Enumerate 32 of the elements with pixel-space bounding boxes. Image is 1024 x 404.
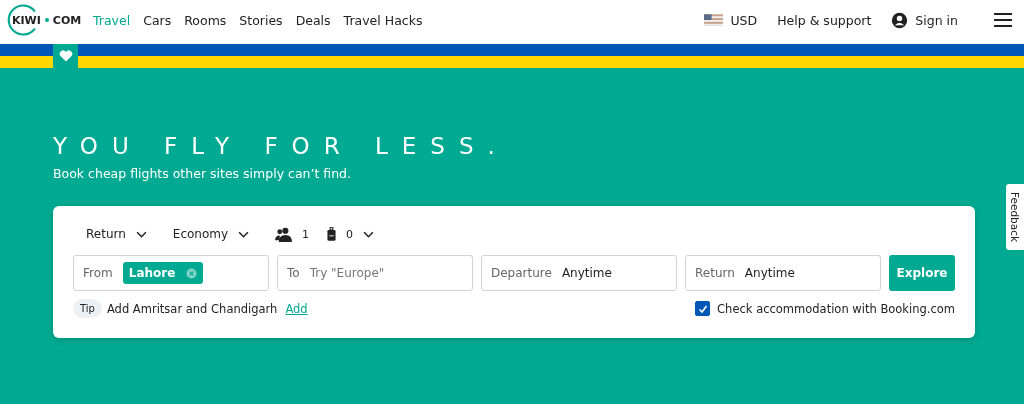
- chevron-icon: [135, 230, 147, 238]
- tip-badge: Tip: [73, 299, 102, 318]
- logo[interactable]: KIWI COM: [6, 3, 80, 37]
- user-icon: [891, 11, 909, 29]
- hero-subtitle: Book cheap flights other sites simply can’t find.: [53, 166, 352, 181]
- sign-in-button[interactable]: Sign in: [891, 11, 958, 29]
- passengers-button[interactable]: 1 0: [275, 226, 375, 242]
- menu-icon[interactable]: [994, 13, 1012, 27]
- checkbox-label: Check accommodation with Booking.com: [717, 301, 955, 316]
- nav-link[interactable]: Rooms: [184, 12, 227, 28]
- currency-button[interactable]: USD: [704, 12, 758, 28]
- chevron-icon: [363, 230, 375, 238]
- hero-title: YOU FLY FOR LESS.: [53, 132, 510, 160]
- flag-icon: [704, 14, 724, 26]
- feedback-tab[interactable]: Feedback: [1006, 184, 1024, 250]
- bag-icon: [327, 226, 337, 242]
- nav-link[interactable]: Stories: [239, 12, 283, 28]
- nav-link[interactable]: Deals: [295, 12, 331, 28]
- nav-link[interactable]: Cars: [143, 12, 172, 28]
- checkbox[interactable]: [695, 301, 711, 316]
- chevron-icon: [238, 230, 250, 238]
- heart-tab[interactable]: [53, 44, 78, 68]
- people-icon: [275, 226, 293, 242]
- nav-link[interactable]: Travel Hacks: [343, 12, 423, 28]
- search-field[interactable]: To Try "Europe": [277, 255, 473, 291]
- search-field[interactable]: Return Anytime: [685, 255, 881, 291]
- trip-type-dropdown[interactable]: Return: [86, 227, 147, 241]
- tip-text: Add Amritsar and Chandigarh: [106, 301, 278, 316]
- help-link[interactable]: Help & support: [777, 12, 872, 28]
- cabin-dropdown[interactable]: Economy: [172, 227, 250, 241]
- heart-icon: [58, 50, 73, 62]
- search-field[interactable]: Departure Anytime: [481, 255, 677, 291]
